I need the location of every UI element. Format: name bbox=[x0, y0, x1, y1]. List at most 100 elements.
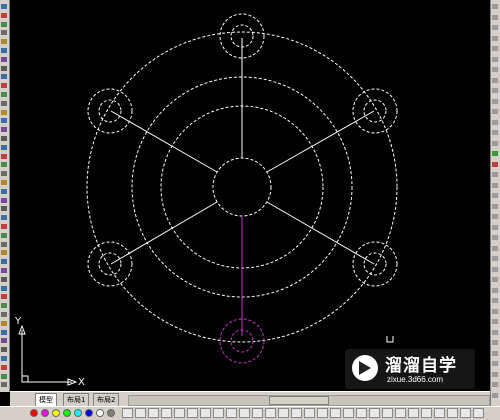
draw-tool-button[interactable] bbox=[239, 408, 250, 418]
right-toolbar-button[interactable] bbox=[492, 361, 498, 366]
draw-tool-button[interactable] bbox=[200, 408, 211, 418]
right-toolbar-button[interactable] bbox=[492, 266, 498, 272]
left-toolbar-button[interactable] bbox=[1, 303, 7, 309]
draw-tool-button[interactable] bbox=[174, 408, 185, 418]
right-toolbar-button[interactable] bbox=[492, 371, 498, 377]
draw-tool-button[interactable] bbox=[434, 408, 445, 418]
drawing-canvas[interactable]: Y X bbox=[10, 0, 490, 391]
left-toolbar-button[interactable] bbox=[1, 312, 7, 317]
right-toolbar-button[interactable] bbox=[492, 4, 498, 9]
right-toolbar-button[interactable] bbox=[492, 77, 498, 83]
right-toolbar-button[interactable] bbox=[492, 56, 498, 62]
draw-tool-button[interactable] bbox=[421, 408, 432, 418]
left-toolbar-button[interactable] bbox=[1, 268, 7, 273]
right-toolbar-button[interactable] bbox=[492, 25, 498, 30]
color-swatch[interactable] bbox=[30, 409, 38, 417]
draw-tool-button[interactable] bbox=[356, 408, 367, 418]
left-toolbar-button[interactable] bbox=[1, 250, 7, 256]
draw-tool-button[interactable] bbox=[395, 408, 406, 418]
right-toolbar-button[interactable] bbox=[492, 287, 498, 293]
right-toolbar-button[interactable] bbox=[492, 151, 498, 156]
draw-tool-button[interactable] bbox=[382, 408, 393, 418]
left-toolbar-button[interactable] bbox=[1, 48, 7, 53]
draw-tool-button[interactable] bbox=[265, 408, 276, 418]
left-toolbar-button[interactable] bbox=[1, 259, 7, 265]
right-toolbar-button[interactable] bbox=[492, 67, 498, 72]
left-toolbar-button[interactable] bbox=[1, 109, 7, 115]
horizontal-scrollbar[interactable] bbox=[128, 395, 490, 406]
right-toolbar-button[interactable] bbox=[492, 382, 498, 387]
right-toolbar-button[interactable] bbox=[492, 172, 498, 177]
left-toolbar-button[interactable] bbox=[1, 171, 7, 177]
right-toolbar-button[interactable] bbox=[492, 214, 498, 219]
left-toolbar-button[interactable] bbox=[1, 215, 7, 221]
right-toolbar-button[interactable] bbox=[492, 350, 498, 356]
tab-layout1[interactable]: 布局1 bbox=[63, 393, 90, 407]
right-toolbar-button[interactable] bbox=[492, 161, 498, 167]
left-toolbar-button[interactable] bbox=[1, 4, 7, 9]
left-toolbar-button[interactable] bbox=[1, 285, 7, 291]
right-toolbar-button[interactable] bbox=[492, 392, 498, 398]
right-toolbar-button[interactable] bbox=[492, 298, 498, 303]
draw-tool-button[interactable] bbox=[473, 408, 484, 418]
draw-tool-button[interactable] bbox=[317, 408, 328, 418]
left-toolbar-button[interactable] bbox=[1, 224, 7, 229]
draw-tool-button[interactable] bbox=[330, 408, 341, 418]
right-toolbar-button[interactable] bbox=[492, 245, 498, 251]
left-toolbar-button[interactable] bbox=[1, 197, 7, 203]
right-toolbar-button[interactable] bbox=[492, 35, 498, 41]
right-toolbar-button[interactable] bbox=[492, 130, 498, 135]
left-toolbar-button[interactable] bbox=[1, 118, 7, 124]
right-toolbar-button[interactable] bbox=[492, 109, 498, 114]
right-toolbar-button[interactable] bbox=[492, 319, 498, 324]
draw-tool-button[interactable] bbox=[148, 408, 159, 418]
draw-tool-button[interactable] bbox=[213, 408, 224, 418]
right-toolbar-button[interactable] bbox=[492, 329, 498, 335]
color-swatch[interactable] bbox=[96, 409, 104, 417]
left-toolbar-button[interactable] bbox=[1, 144, 7, 150]
right-toolbar-button[interactable] bbox=[492, 88, 498, 93]
left-toolbar-button[interactable] bbox=[1, 356, 7, 361]
left-toolbar-button[interactable] bbox=[1, 39, 7, 45]
left-toolbar-button[interactable] bbox=[1, 162, 7, 168]
left-toolbar-button[interactable] bbox=[1, 276, 7, 282]
left-toolbar-button[interactable] bbox=[1, 21, 7, 27]
left-toolbar-button[interactable] bbox=[1, 338, 7, 344]
right-toolbar-button[interactable] bbox=[492, 308, 498, 314]
color-swatch[interactable] bbox=[52, 409, 60, 417]
right-toolbar-button[interactable] bbox=[492, 46, 498, 51]
draw-tool-button[interactable] bbox=[252, 408, 263, 418]
right-toolbar-button[interactable] bbox=[492, 256, 498, 261]
left-toolbar-button[interactable] bbox=[1, 56, 7, 62]
right-toolbar-button[interactable] bbox=[492, 340, 498, 345]
left-toolbar-button[interactable] bbox=[1, 65, 7, 71]
left-toolbar-button[interactable] bbox=[1, 241, 7, 247]
draw-tool-button[interactable] bbox=[447, 408, 458, 418]
color-swatch[interactable] bbox=[41, 409, 49, 417]
draw-tool-button[interactable] bbox=[369, 408, 380, 418]
draw-tool-button[interactable] bbox=[460, 408, 471, 418]
scroll-thumb[interactable] bbox=[269, 396, 329, 405]
left-toolbar-button[interactable] bbox=[1, 92, 7, 97]
right-toolbar-button[interactable] bbox=[492, 140, 498, 146]
draw-tool-button[interactable] bbox=[226, 408, 237, 418]
right-toolbar-button[interactable] bbox=[492, 277, 498, 282]
right-toolbar-button[interactable] bbox=[492, 98, 498, 104]
draw-tool-button[interactable] bbox=[187, 408, 198, 418]
left-toolbar-button[interactable] bbox=[1, 153, 7, 159]
left-toolbar-button[interactable] bbox=[1, 382, 7, 388]
left-toolbar-button[interactable] bbox=[1, 320, 7, 326]
right-toolbar-button[interactable] bbox=[492, 235, 498, 240]
color-swatch[interactable] bbox=[85, 409, 93, 417]
right-toolbar-button[interactable] bbox=[492, 182, 498, 188]
draw-tool-button[interactable] bbox=[135, 408, 146, 418]
color-swatch[interactable] bbox=[63, 409, 71, 417]
color-swatch[interactable] bbox=[74, 409, 82, 417]
draw-tool-button[interactable] bbox=[161, 408, 172, 418]
draw-tool-button[interactable] bbox=[278, 408, 289, 418]
left-toolbar-button[interactable] bbox=[1, 83, 7, 89]
left-toolbar-button[interactable] bbox=[1, 74, 7, 80]
left-toolbar-button[interactable] bbox=[1, 127, 7, 133]
left-toolbar-button[interactable] bbox=[1, 12, 7, 18]
draw-tool-button[interactable] bbox=[291, 408, 302, 418]
